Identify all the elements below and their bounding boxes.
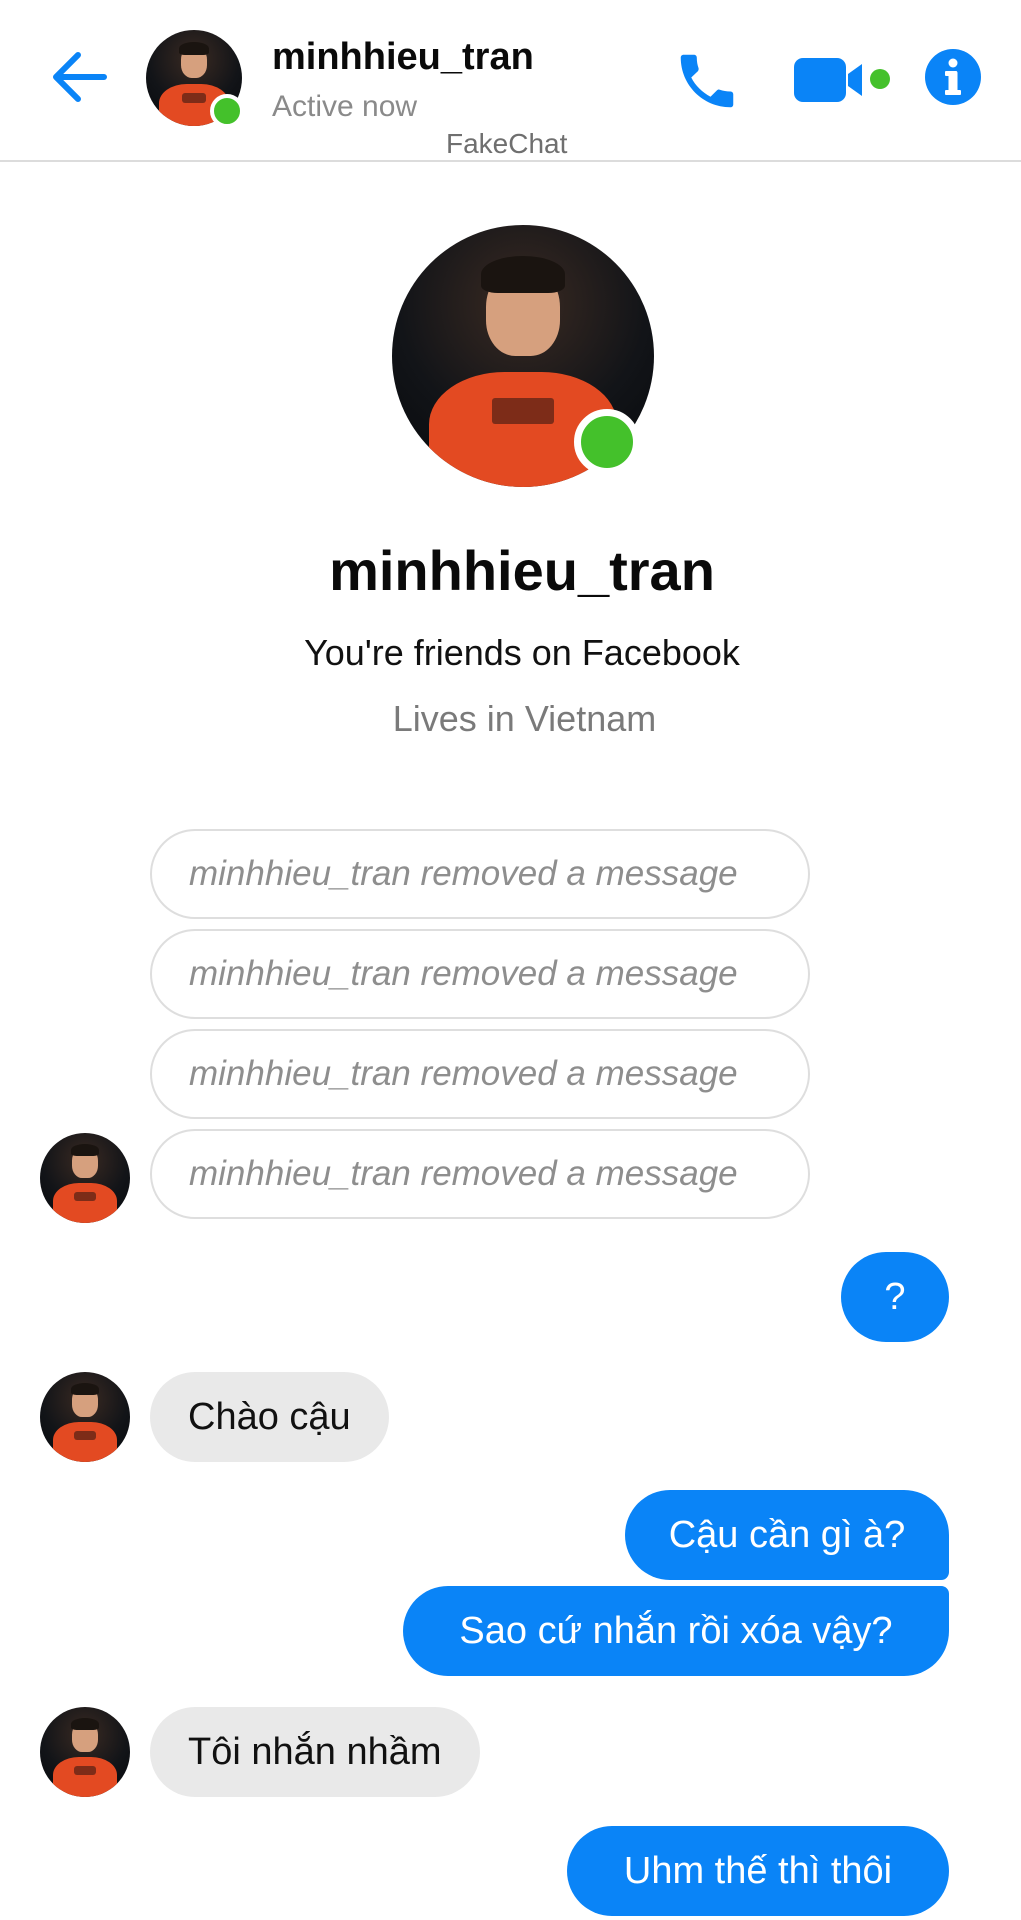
sent-message-bubble[interactable]: Sao cứ nhắn rồi xóa vậy?: [403, 1586, 949, 1676]
info-icon: [925, 49, 981, 105]
back-button[interactable]: [48, 46, 110, 108]
removed-message-notice[interactable]: minhhieu_tran removed a message: [150, 829, 810, 919]
voice-call-button[interactable]: [670, 46, 744, 116]
profile-name: minhhieu_tran: [329, 539, 715, 602]
app-watermark: FakeChat: [446, 128, 568, 159]
sender-avatar[interactable]: [40, 1133, 130, 1223]
received-message-bubble[interactable]: Chào cậu: [150, 1372, 389, 1462]
friendship-status: You're friends on Facebook: [304, 632, 740, 673]
info-button[interactable]: [924, 48, 982, 106]
sent-message-bubble[interactable]: Cậu cần gì à?: [625, 1490, 949, 1580]
video-camera-icon: [794, 58, 890, 102]
removed-message-notice[interactable]: minhhieu_tran removed a message: [150, 929, 810, 1019]
online-indicator: [574, 409, 640, 475]
sender-avatar[interactable]: [40, 1707, 130, 1797]
contact-name[interactable]: minhhieu_tran: [272, 36, 534, 79]
video-call-button[interactable]: [790, 52, 910, 108]
online-indicator: [210, 94, 244, 128]
phone-icon: [680, 54, 734, 108]
active-status: Active now: [272, 90, 418, 123]
header-avatar[interactable]: [146, 30, 244, 128]
back-arrow-icon: [53, 52, 107, 102]
sent-message-bubble[interactable]: Uhm thế thì thôi: [567, 1826, 949, 1916]
chat-header: minhhieu_tran Active now FakeChat: [0, 0, 1021, 162]
profile-location: Lives in Vietnam: [392, 698, 657, 739]
sent-message-bubble[interactable]: ?: [841, 1252, 949, 1342]
removed-message-notice[interactable]: minhhieu_tran removed a message: [150, 1029, 810, 1119]
sender-avatar[interactable]: [40, 1372, 130, 1462]
profile-avatar[interactable]: [392, 225, 654, 487]
received-message-bubble[interactable]: Tôi nhắn nhầm: [150, 1707, 480, 1797]
removed-message-notice[interactable]: minhhieu_tran removed a message: [150, 1129, 810, 1219]
